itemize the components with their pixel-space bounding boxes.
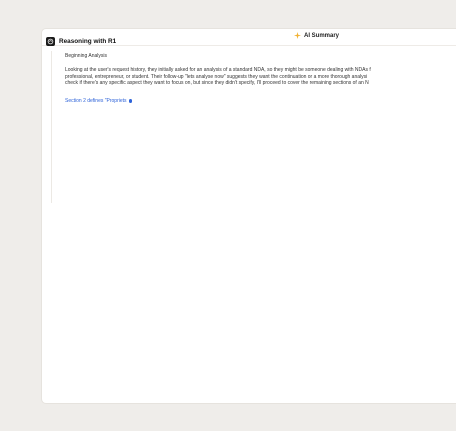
reasoning-line: professional, entrepreneur, or student. … [65, 73, 368, 80]
panel-title-label: AI Summary [304, 32, 340, 39]
reasoning-body: Looking at the user's request history, t… [65, 67, 435, 87]
streaming-text: Section 2 defines "Propriets [65, 98, 127, 104]
reasoning-header[interactable]: Reasoning with R1 [46, 37, 116, 46]
streaming-line: Section 2 defines "Propriets [65, 98, 133, 104]
typing-indicator-icon [128, 99, 133, 103]
reasoning-title: Reasoning with R1 [59, 38, 117, 45]
panel-title: AI Summary [294, 32, 339, 39]
sparkle-icon [294, 32, 301, 39]
deepseek-logo-icon [46, 37, 55, 46]
step-title: Beginning Analysis [65, 53, 107, 59]
thread-divider [51, 51, 52, 203]
reasoning-line: Looking at the user's request history, t… [65, 67, 371, 73]
reasoning-line: check if there's any specific aspect the… [65, 80, 369, 87]
